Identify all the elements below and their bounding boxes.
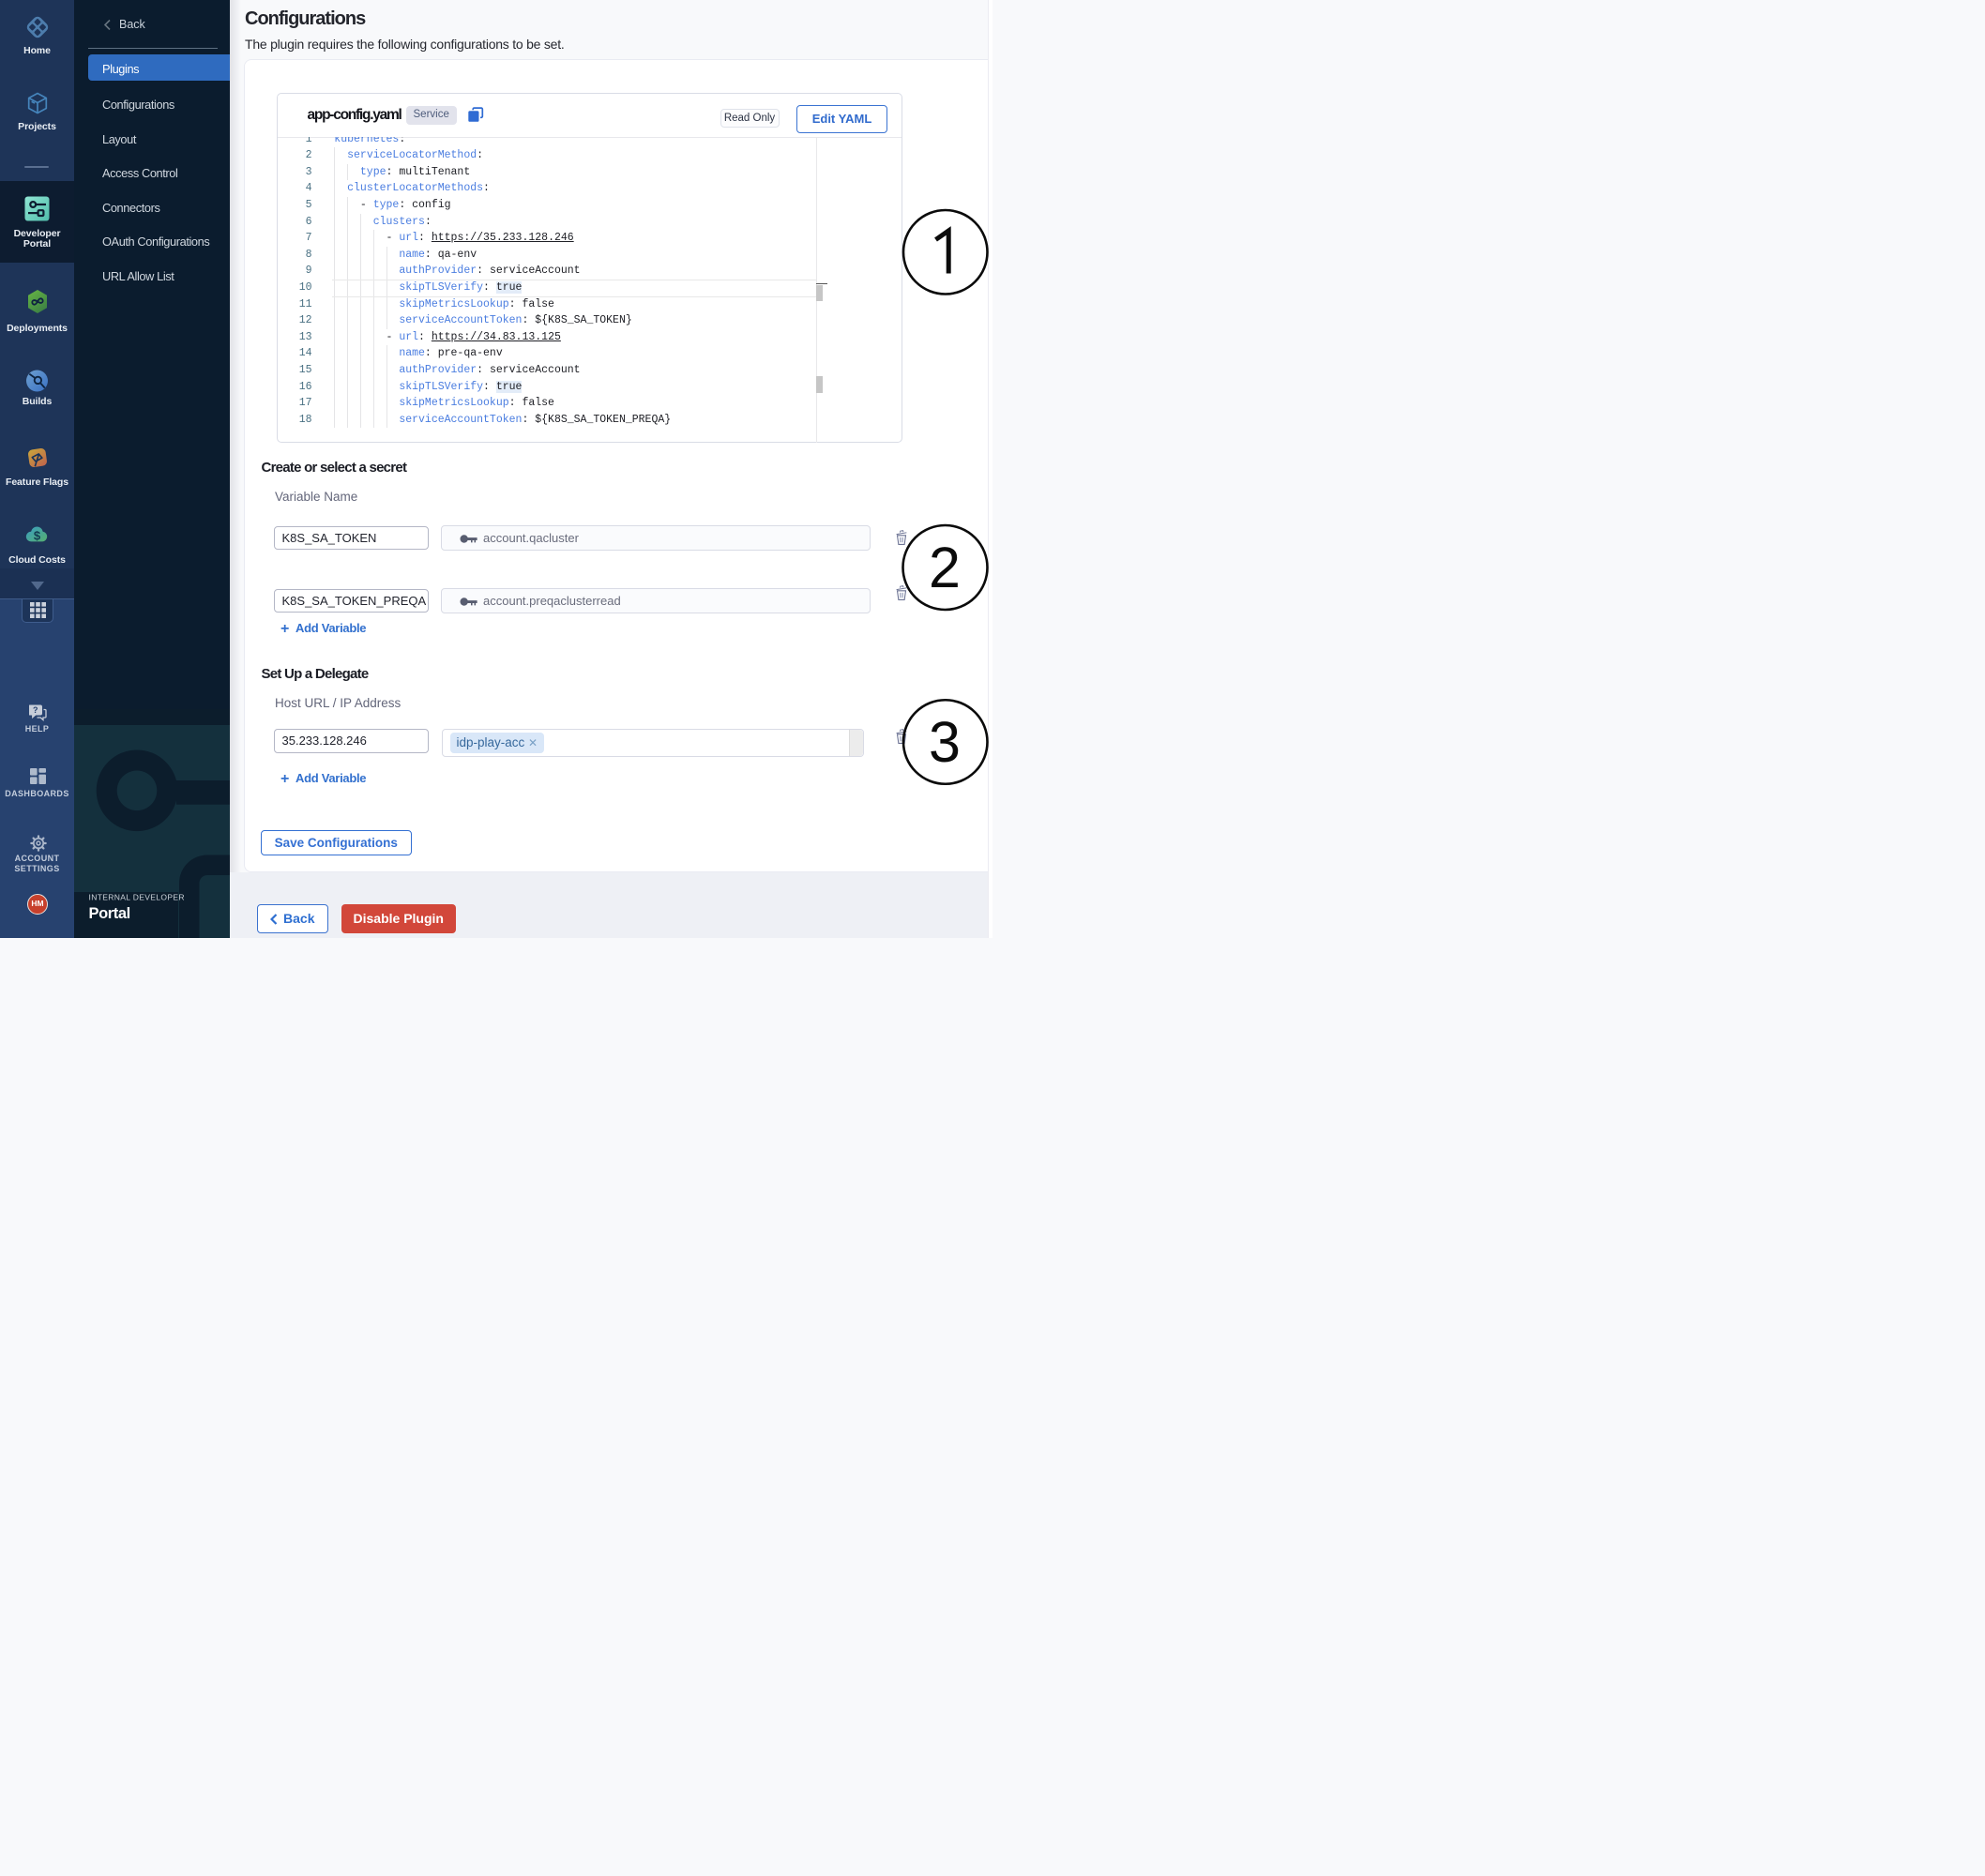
svg-text:$: $ [34, 529, 41, 543]
svg-text:Portal: Portal [89, 905, 130, 922]
svg-text:INTERNAL DEVELOPER: INTERNAL DEVELOPER [89, 892, 185, 901]
svg-text:?: ? [33, 705, 38, 715]
